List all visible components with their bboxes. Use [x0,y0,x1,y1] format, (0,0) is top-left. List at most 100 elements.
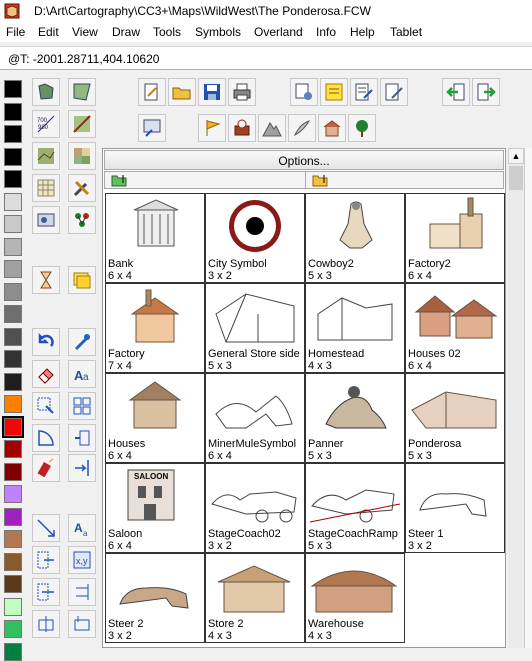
print-icon[interactable] [228,78,256,106]
undo-icon[interactable] [32,328,60,356]
symbol-tile[interactable]: Cowboy2 5 x 3 [305,193,405,283]
menu-tablet[interactable]: Tablet [390,25,422,39]
palette-swatch[interactable] [4,305,22,323]
palette-swatch[interactable] [4,620,22,638]
palette-swatch[interactable] [4,485,22,503]
feather-icon[interactable] [288,114,316,142]
menu-info[interactable]: Info [316,25,336,39]
menu-edit[interactable]: Edit [38,25,59,39]
arc-tool-icon[interactable] [32,424,60,452]
symbol-tile[interactable]: City Symbol 3 x 2 [205,193,305,283]
tree-icon[interactable] [348,114,376,142]
menu-overland[interactable]: Overland [254,25,303,39]
text-style-icon[interactable]: Aa [68,360,96,388]
align-tool-icon[interactable] [68,578,96,606]
menu-draw[interactable]: Draw [112,25,140,39]
symbol-tile[interactable]: SALOON Saloon 6 x 4 [105,463,205,553]
palette-swatch[interactable] [4,170,22,188]
palette-swatch[interactable] [4,80,22,98]
palette-swatch[interactable] [4,215,22,233]
map-tile-icon-b[interactable] [32,142,60,170]
palette-swatch[interactable] [4,507,22,526]
palette-swatch[interactable] [4,530,22,548]
select-arrow-icon[interactable] [32,392,60,420]
mirror-tool-icon[interactable] [68,424,96,452]
edit-list-icon[interactable] [350,78,378,106]
palette-swatch[interactable] [4,327,22,346]
xy-coordinates-icon[interactable]: x,y [68,546,96,574]
symbol-edit-icon[interactable] [380,78,408,106]
symbol-tile[interactable]: Houses 02 6 x 4 [405,283,505,373]
palette-swatch[interactable] [4,350,22,368]
mountain-icon[interactable] [258,114,286,142]
folder-icon[interactable] [312,173,328,187]
import-icon[interactable] [442,78,470,106]
palette-swatch[interactable] [4,440,22,458]
move-tool-icon[interactable] [32,546,60,574]
symbol-tile[interactable]: Factory2 6 x 4 [405,193,505,283]
export-icon[interactable] [472,78,500,106]
palette-swatch[interactable] [4,597,22,616]
symbol-tile[interactable]: Warehouse 4 x 3 [305,553,405,643]
recycle-folder-icon[interactable] [111,173,127,187]
scrollbar-thumb[interactable] [509,166,523,190]
explode-icon[interactable] [32,454,60,482]
map-tile-icon-a[interactable] [32,78,60,106]
scroll-up-arrow-icon[interactable]: ▲ [508,148,524,164]
menu-file[interactable]: File [6,25,25,39]
eraser-icon[interactable] [32,360,60,388]
palette-swatch[interactable] [4,282,22,301]
palette-swatch[interactable] [4,552,22,571]
menu-view[interactable]: View [72,25,98,39]
library-scrollbar[interactable]: ▲ [508,148,524,648]
flag-icon[interactable] [198,114,226,142]
hourglass-icon[interactable] [32,266,60,294]
notes-icon[interactable] [68,266,96,294]
coordinates-icon[interactable]: 700, 980 [32,110,60,138]
treasure-icon[interactable] [228,114,256,142]
palette-swatch[interactable] [4,125,22,143]
tree-branch-icon[interactable] [68,206,96,234]
save-icon[interactable] [198,78,226,106]
catalog-settings-icon[interactable] [138,114,166,142]
map-tile-icon-d[interactable] [68,142,96,170]
symbol-tile[interactable]: Ponderosa 5 x 3 [405,373,505,463]
symbol-tile[interactable]: Steer 23 x 2 [105,553,205,643]
menu-symbols[interactable]: Symbols [195,25,241,39]
symbol-tile[interactable]: Factory 7 x 4 [105,283,205,373]
grid-icon[interactable] [32,174,60,202]
palette-swatch[interactable] [4,395,22,413]
folder-open-icon[interactable] [168,78,196,106]
symbol-tile[interactable]: Homestead 4 x 3 [305,283,405,373]
symbol-tile[interactable]: StageCoachRamp 5 x 3 [305,463,405,553]
copy-tool-icon[interactable] [32,578,60,606]
palette-swatch[interactable] [4,372,22,391]
symbol-tile[interactable]: Store 24 x 3 [205,553,305,643]
palette-swatch-selected[interactable] [2,415,24,438]
symbol-tile[interactable]: Houses 6 x 4 [105,373,205,463]
eyedropper-icon[interactable] [68,328,96,356]
trim-tool-icon[interactable] [32,610,60,638]
palette-swatch[interactable] [4,102,22,121]
symbol-tile[interactable]: Bank 6 x 4 [105,193,205,283]
palette-swatch[interactable] [4,260,22,278]
sticky-note-icon[interactable] [320,78,348,106]
palette-swatch[interactable] [4,147,22,166]
symbol-tile[interactable]: Panner 5 x 3 [305,373,405,463]
symbol-tile[interactable]: General Store side 5 x 3 [205,283,305,373]
symbol-tile[interactable]: Steer 13 x 2 [405,463,505,553]
symbol-tile[interactable]: StageCoach02 3 x 2 [205,463,305,553]
palette-swatch[interactable] [4,575,22,593]
scale-tool-icon[interactable] [32,514,60,542]
menu-help[interactable]: Help [350,25,375,39]
symbol-tile[interactable]: MinerMuleSymbol 6 x 4 [205,373,305,463]
options-button[interactable]: Options... [104,150,504,170]
palette-swatch[interactable] [4,192,22,211]
symbol-catalog-icon[interactable] [32,206,60,234]
array-tool-icon[interactable] [68,392,96,420]
building-icon[interactable] [318,114,346,142]
offset-tool-icon[interactable] [68,454,96,482]
command-line[interactable]: @T: -2001.28711,404.10620 [0,46,532,70]
break-tool-icon[interactable] [68,610,96,638]
symbol-settings-icon[interactable] [290,78,318,106]
